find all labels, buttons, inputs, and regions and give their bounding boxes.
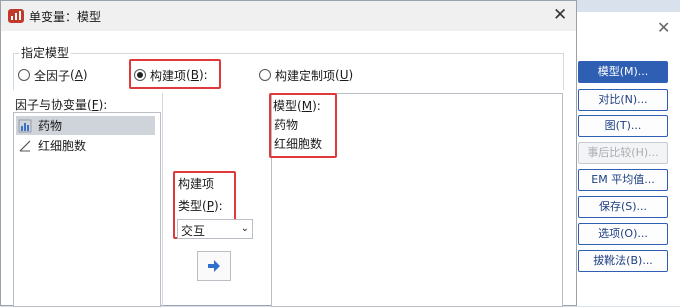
factors-list[interactable]: 药物 红细胞数	[13, 112, 161, 307]
scale-ruler-icon	[19, 140, 31, 151]
build-terms-heading: 构建项	[178, 177, 215, 191]
right-arrow-icon	[208, 260, 220, 272]
type-select-value: 交互	[181, 224, 206, 238]
options-button[interactable]: 选项(O)...	[578, 223, 668, 245]
specify-model-legend: 指定模型	[19, 44, 72, 61]
model-term[interactable]: 药物	[274, 116, 298, 133]
type-select[interactable]: 交互 ⌄	[177, 219, 253, 239]
move-term-button[interactable]	[197, 251, 231, 281]
contrasts-button[interactable]: 对比(N)...	[578, 89, 668, 111]
bootstrap-button[interactable]: 拔靴法(B)...	[578, 250, 668, 272]
univariate-model-dialog: 单变量：模型 ✕ 指定模型 全因子(A) 构建项(B): 构建定制项(U) 因子…	[0, 0, 577, 307]
factors-label: 因子与协变量(F):	[15, 98, 108, 112]
plots-button[interactable]: 图(T)...	[578, 115, 668, 137]
list-item[interactable]: 药物	[16, 116, 155, 135]
parent-close-icon[interactable]: ✕	[657, 18, 670, 37]
list-item[interactable]: 红细胞数	[16, 136, 155, 155]
radio-circle-checked[interactable]	[134, 69, 146, 81]
app-icon	[8, 9, 24, 23]
radio-full-factorial[interactable]: 全因子(A)	[18, 66, 88, 84]
radio-custom-terms[interactable]: 构建定制项(U)	[259, 66, 353, 84]
model-term[interactable]: 红细胞数	[274, 135, 322, 152]
radio-circle[interactable]	[18, 69, 30, 81]
model-label: 模型(M):	[273, 99, 321, 113]
model-button[interactable]: 模型(M)...	[578, 61, 668, 83]
em-means-button[interactable]: EM 平均值...	[578, 169, 668, 191]
type-label: 类型(P):	[178, 199, 223, 213]
dialog-title: 单变量：模型	[29, 10, 102, 24]
title-bar: 单变量：模型 ✕	[1, 1, 576, 31]
radio-circle[interactable]	[259, 69, 271, 81]
post-hoc-button: 事后比较(H)...	[578, 142, 668, 164]
close-icon[interactable]: ✕	[553, 5, 567, 25]
chevron-down-icon[interactable]: ⌄	[241, 223, 249, 234]
save-button[interactable]: 保存(S)...	[578, 196, 668, 218]
radio-build-terms[interactable]: 构建项(B):	[134, 66, 208, 84]
nominal-bar-chart-icon	[18, 119, 32, 132]
